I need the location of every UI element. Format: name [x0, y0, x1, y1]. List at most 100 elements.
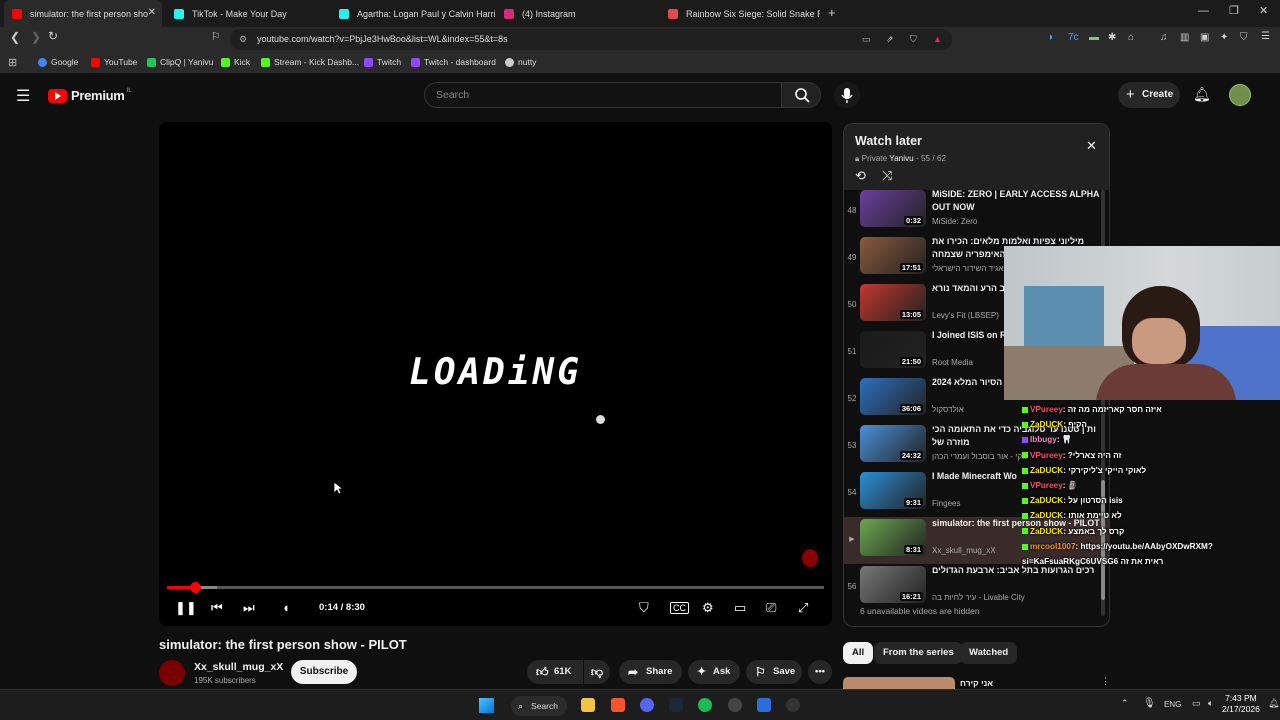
- bookmark-kick-dashboard[interactable]: Stream - Kick Dashb...: [261, 57, 359, 67]
- sidebar-icon[interactable]: ▥: [1180, 32, 1189, 43]
- bookmark-google[interactable]: Google: [38, 57, 78, 67]
- scrubber-handle[interactable]: [190, 582, 202, 593]
- channel-name[interactable]: Xx_skull_mug_xX: [194, 661, 283, 673]
- playlist-item-channel[interactable]: MiSide: Zero: [932, 217, 977, 226]
- forward-icon[interactable]: ❯: [31, 30, 41, 44]
- fullscreen-icon[interactable]: ⤢: [798, 600, 808, 616]
- close-window-icon[interactable]: ✕: [1259, 4, 1268, 17]
- bookmark-youtube[interactable]: YouTube: [91, 57, 137, 67]
- miniplayer-icon[interactable]: ▭: [734, 600, 746, 616]
- url-field[interactable]: ⚙ youtube.com/watch?v=PbjJe3HwBoo&list=W…: [230, 29, 952, 50]
- language-indicator[interactable]: ENG: [1164, 700, 1181, 709]
- bookmark-kick[interactable]: Kick: [221, 57, 250, 67]
- playlist-title[interactable]: Watch later: [855, 134, 922, 148]
- channel-watermark[interactable]: [802, 549, 818, 567]
- create-button[interactable]: + Create: [1118, 82, 1180, 108]
- tab-agartha[interactable]: Agartha: Logan Paul y Calvin Harris s: [331, 0, 495, 27]
- chevron-up-icon[interactable]: ⌃: [1121, 698, 1129, 709]
- notifications-bell-icon[interactable]: 🔔︎: [1193, 86, 1211, 103]
- reload-icon[interactable]: ↻: [48, 29, 58, 43]
- progress-bar[interactable]: [167, 586, 824, 589]
- taskbar-search[interactable]: ⌕ Search: [511, 696, 567, 716]
- chip-all[interactable]: All: [843, 642, 874, 664]
- menu-icon[interactable]: ☰: [1261, 31, 1270, 42]
- share-button[interactable]: ➦ Share: [619, 660, 682, 684]
- share-page-icon[interactable]: ⇗: [886, 29, 894, 50]
- playlist-item[interactable]: 48 0:32 MiSIDE: ZERO | EARLY ACCESS ALPHA …: [844, 190, 1109, 235]
- more-actions-button[interactable]: •••: [808, 660, 832, 684]
- tab-rainbow-six[interactable]: Rainbow Six Siege: Solid Snake Reve: [660, 0, 820, 27]
- previous-icon[interactable]: ⏮︎: [211, 600, 223, 616]
- bookmark-clipq[interactable]: ClipQ | Yanivu: [147, 57, 213, 67]
- minimize-icon[interactable]: —: [1198, 5, 1209, 17]
- playlist-item-thumbnail[interactable]: 16:21: [860, 566, 926, 603]
- playlist-item-thumbnail[interactable]: 13:05: [860, 284, 926, 321]
- playlist-item-thumbnail[interactable]: 9:31: [860, 472, 926, 509]
- extension-icon[interactable]: ▬: [1089, 32, 1099, 43]
- extension-icon[interactable]: ⌂: [1128, 32, 1134, 43]
- brave-rewards-icon[interactable]: ▲: [933, 29, 942, 50]
- chip-watched[interactable]: Watched: [960, 642, 1018, 664]
- pause-icon[interactable]: ❚❚: [175, 600, 197, 616]
- vpn-icon[interactable]: ⛉: [1240, 32, 1248, 43]
- settings-gear-icon[interactable]: ⚙: [702, 600, 714, 616]
- close-tab-icon[interactable]: ✕: [148, 7, 156, 18]
- extension-icon[interactable]: ◗: [1048, 32, 1054, 43]
- channel-avatar[interactable]: [159, 660, 185, 686]
- network-icon[interactable]: ▭: [1192, 698, 1201, 709]
- like-button[interactable]: 👍︎ 61K: [527, 660, 583, 684]
- playlist-item-channel[interactable]: Xx_skull_mug_xX: [932, 546, 996, 555]
- brave-shield-icon[interactable]: ⛉: [910, 29, 917, 50]
- obs-icon[interactable]: [728, 698, 742, 712]
- playlist-item-channel[interactable]: Fingees: [932, 499, 960, 508]
- next-video-title[interactable]: אני קירח: [960, 678, 993, 688]
- save-button[interactable]: ⚐ Save: [746, 660, 802, 684]
- hamburger-menu-icon[interactable]: ☰: [16, 86, 30, 106]
- puzzle-icon[interactable]: ✱: [1108, 32, 1116, 43]
- subscribe-button[interactable]: Subscribe: [291, 660, 357, 684]
- spotify-icon[interactable]: [698, 698, 712, 712]
- ad-shield-icon[interactable]: ⛉: [639, 600, 649, 616]
- playlist-item-thumbnail[interactable]: 24:32: [860, 425, 926, 462]
- bookmark-twitch[interactable]: Twitch: [364, 57, 401, 67]
- back-icon[interactable]: ❮: [10, 30, 20, 44]
- playlist-item-thumbnail[interactable]: 36:06: [860, 378, 926, 415]
- playlist-item-channel[interactable]: עיר לחיות בה - Livable City: [932, 593, 1025, 602]
- video-player[interactable]: LOADiNG ❚❚ ⏮︎ ⏭︎ ◖ 0:14 / 8:30 ⛉ CC ⚙ ▭ …: [159, 122, 832, 626]
- playlist-item-thumbnail[interactable]: 8:31: [860, 519, 926, 556]
- ask-button[interactable]: ✦ Ask: [688, 660, 740, 684]
- brave-browser-icon[interactable]: [611, 698, 625, 712]
- loop-icon[interactable]: ⟲: [855, 168, 866, 184]
- more-vertical-icon[interactable]: ⋮: [1101, 676, 1110, 687]
- cast-icon[interactable]: ⎚: [766, 600, 776, 616]
- next-video-thumbnail[interactable]: [843, 677, 955, 689]
- playlist-item-channel[interactable]: Root Media: [932, 358, 973, 367]
- voice-search-button[interactable]: [834, 82, 860, 108]
- install-app-icon[interactable]: ▭: [862, 29, 871, 50]
- discord-icon[interactable]: [640, 698, 654, 712]
- new-tab-button[interactable]: +: [828, 5, 836, 20]
- playlist-item[interactable]: 54 9:31 I Made Minecraft Wo Fingees: [844, 470, 1109, 517]
- close-playlist-icon[interactable]: ✕: [1086, 138, 1097, 154]
- youtube-logo[interactable]: Premium IL: [48, 88, 132, 103]
- avatar[interactable]: [1229, 84, 1251, 106]
- playlist-item-thumbnail[interactable]: 0:32: [860, 190, 926, 227]
- media-icon[interactable]: ♫: [1160, 32, 1168, 43]
- maximize-icon[interactable]: ❐: [1229, 4, 1239, 17]
- tab-instagram[interactable]: (4) Instagram: [496, 0, 660, 27]
- subtitles-icon[interactable]: CC: [670, 602, 689, 614]
- search-input[interactable]: Search: [424, 82, 782, 108]
- next-icon[interactable]: ⏭︎: [243, 600, 255, 616]
- dislike-button[interactable]: 👎︎: [584, 660, 610, 684]
- shuffle-icon[interactable]: ⤨: [882, 168, 892, 184]
- playlist-item-channel[interactable]: Levy's Fit (LBSEP): [932, 311, 999, 320]
- tab-simulator[interactable]: simulator: the first person sho ✕: [4, 0, 162, 27]
- playlist-item-channel[interactable]: תאגיד השידור הישראלי: [932, 264, 1009, 273]
- site-info-icon[interactable]: ⚙: [239, 29, 247, 50]
- system-clock[interactable]: 7:43 PM 2/17/2026: [1222, 693, 1260, 715]
- extension-icon[interactable]: 7c: [1068, 32, 1079, 43]
- search-button[interactable]: [781, 82, 821, 108]
- notification-icon[interactable]: 🔔︎: [1268, 698, 1279, 709]
- speaker-icon[interactable]: 🔈︎: [1208, 698, 1213, 709]
- playlist-item[interactable]: 53 24:32 ות | סטנו עד טלוגביה כדי את התאומ…: [844, 423, 1109, 470]
